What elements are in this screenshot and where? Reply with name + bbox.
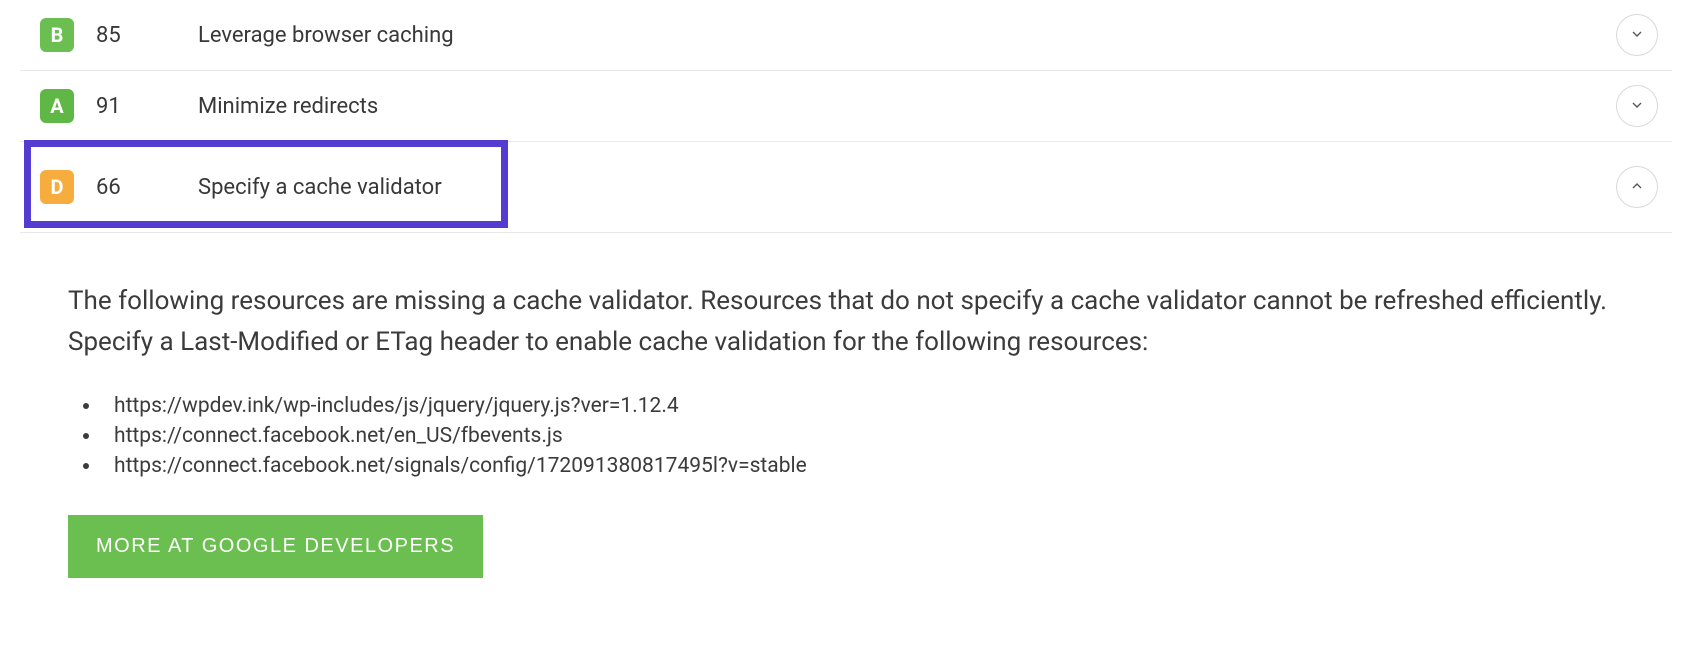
- rule-details-description: The following resources are missing a ca…: [68, 281, 1624, 363]
- rule-left: A 91 Minimize redirects: [20, 89, 378, 123]
- rule-name: Leverage browser caching: [198, 23, 454, 48]
- resource-item: https://connect.facebook.net/signals/con…: [102, 451, 1624, 481]
- grade-badge: D: [40, 170, 74, 204]
- resource-list: https://wpdev.ink/wp-includes/js/jquery/…: [68, 391, 1624, 481]
- more-developers-button[interactable]: MORE AT GOOGLE DEVELOPERS: [68, 515, 483, 578]
- rule-row-minimize-redirects[interactable]: A 91 Minimize redirects: [20, 71, 1672, 142]
- rule-score: 66: [96, 175, 136, 200]
- expand-button[interactable]: [1616, 85, 1658, 127]
- rule-score: 85: [96, 23, 136, 48]
- chevron-up-icon: [1629, 178, 1645, 197]
- rule-row-browser-caching[interactable]: B 85 Leverage browser caching: [20, 0, 1672, 71]
- grade-badge: A: [40, 89, 74, 123]
- grade-badge: B: [40, 18, 74, 52]
- rule-left: B 85 Leverage browser caching: [20, 18, 454, 52]
- rule-score: 91: [96, 94, 136, 119]
- resource-item: https://connect.facebook.net/en_US/fbeve…: [102, 421, 1624, 451]
- rule-row-cache-validator[interactable]: D 66 Specify a cache validator: [20, 142, 1672, 233]
- rule-left: D 66 Specify a cache validator: [20, 170, 442, 204]
- resource-item: https://wpdev.ink/wp-includes/js/jquery/…: [102, 391, 1624, 421]
- rule-name: Specify a cache validator: [198, 175, 442, 200]
- rule-name: Minimize redirects: [198, 94, 378, 119]
- rule-details-panel: The following resources are missing a ca…: [20, 233, 1672, 608]
- chevron-down-icon: [1629, 97, 1645, 116]
- collapse-button[interactable]: [1616, 166, 1658, 208]
- expand-button[interactable]: [1616, 14, 1658, 56]
- chevron-down-icon: [1629, 26, 1645, 45]
